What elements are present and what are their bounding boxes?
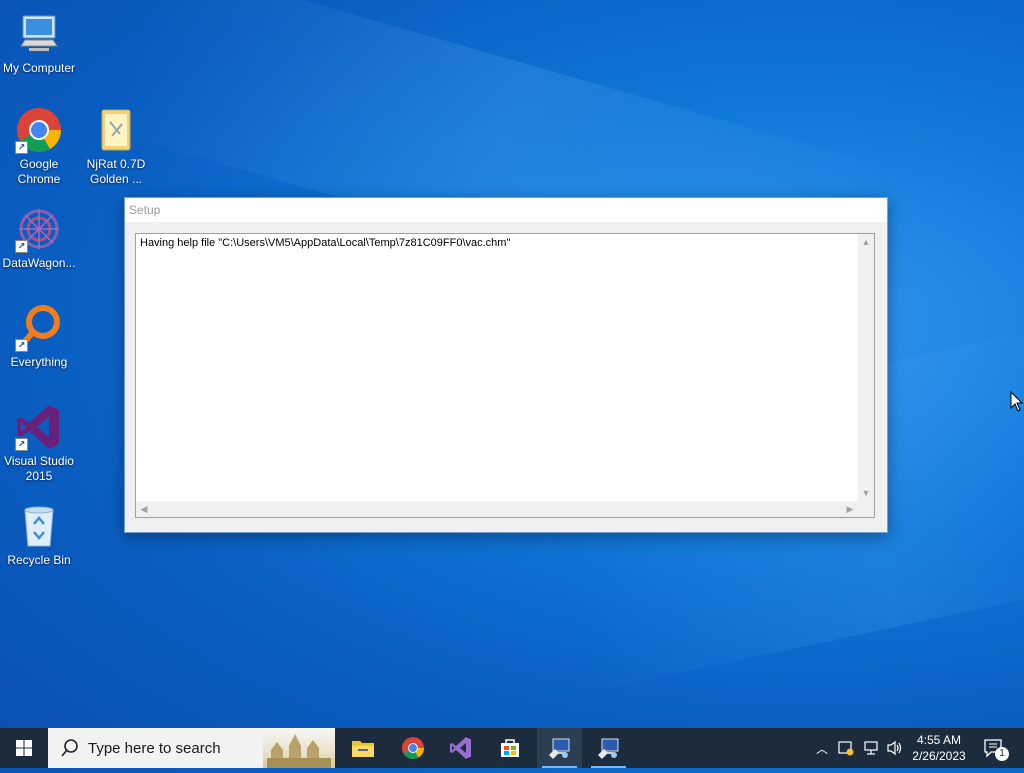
taskbar-search-box[interactable]: Type here to search — [48, 728, 335, 768]
taskbar-visual-studio[interactable] — [438, 728, 483, 768]
shortcut-arrow-icon: ↗ — [15, 438, 28, 451]
vertical-scrollbar[interactable]: ▲ ▼ — [858, 234, 874, 501]
desktop-icon-my-computer[interactable]: My Computer — [0, 10, 78, 76]
desktop-icon-njrat-folder[interactable]: NjRat 0.7D Golden ... — [77, 106, 155, 187]
action-center-button[interactable]: 1 — [976, 728, 1012, 768]
horizontal-scrollbar[interactable]: ◀ ▶ — [136, 501, 858, 517]
desktop-icon-label: NjRat 0.7D Golden ... — [86, 157, 146, 186]
taskbar-setup-app-1[interactable] — [537, 728, 582, 768]
desktop-icon-google-chrome[interactable]: ↗ Google Chrome — [0, 106, 78, 187]
taskbar-setup-app-2[interactable] — [586, 728, 631, 768]
tray-volume-icon[interactable] — [884, 728, 906, 768]
taskbar-file-explorer[interactable] — [340, 728, 385, 768]
clock-date: 2/26/2023 — [912, 749, 966, 763]
scroll-up-icon[interactable]: ▲ — [858, 234, 874, 250]
log-text-box[interactable]: Having help file "C:\Users\VM5\AppData\L… — [135, 233, 875, 518]
folder-icon — [92, 106, 140, 154]
taskbar: Type here to search ︿ 4:55 AM 2/26/2023 … — [0, 728, 1024, 768]
desktop-icon-label: Visual Studio 2015 — [4, 454, 74, 483]
speaker-icon — [887, 740, 902, 756]
start-button[interactable] — [0, 728, 48, 768]
scroll-left-icon[interactable]: ◀ — [136, 501, 152, 517]
file-explorer-icon — [351, 741, 374, 757]
microsoft-store-icon — [500, 739, 519, 757]
window-title[interactable]: Setup — [125, 198, 887, 222]
desktop-icon-label: Recycle Bin — [7, 553, 71, 567]
shortcut-arrow-icon: ↗ — [15, 339, 28, 352]
shield-warning-icon — [838, 741, 854, 756]
notification-count-badge: 1 — [995, 747, 1009, 761]
taskbar-microsoft-store[interactable] — [487, 728, 532, 768]
desktop-icon-everything[interactable]: ↗ Everything — [0, 304, 78, 370]
desktop-icon-visual-studio[interactable]: ↗ Visual Studio 2015 — [0, 403, 78, 484]
show-hidden-icons-button[interactable]: ︿ — [812, 728, 832, 768]
shortcut-arrow-icon: ↗ — [15, 240, 28, 253]
tray-network-icon[interactable] — [860, 728, 882, 768]
shortcut-arrow-icon: ↗ — [15, 141, 28, 154]
desktop-icon-label: Everything — [10, 355, 68, 369]
datawagon-icon: ↗ — [15, 205, 63, 253]
chrome-icon: ↗ — [15, 106, 63, 154]
windows-logo-icon — [16, 740, 32, 756]
network-icon — [864, 741, 878, 755]
desktop-icon-label: My Computer — [2, 61, 76, 75]
setup-window[interactable]: Setup Having help file "C:\Users\VM5\App… — [124, 197, 888, 533]
recycle-bin-icon — [15, 502, 63, 550]
desktop-icon-recycle-bin[interactable]: Recycle Bin — [0, 502, 78, 568]
search-icon — [61, 739, 78, 757]
computer-icon — [15, 10, 63, 58]
setup-app-icon — [597, 738, 618, 759]
desktop-icon-label: Google Chrome — [17, 157, 61, 186]
taskbar-chrome[interactable] — [390, 728, 435, 768]
search-placeholder: Type here to search — [88, 740, 221, 757]
search-highlight-image — [263, 728, 335, 768]
visual-studio-icon: ↗ — [15, 403, 63, 451]
scroll-down-icon[interactable]: ▼ — [858, 485, 874, 501]
desktop-icon-label: DataWagon... — [2, 256, 76, 270]
scroll-right-icon[interactable]: ▶ — [842, 501, 858, 517]
chevron-up-icon: ︿ — [815, 741, 828, 756]
everything-search-icon: ↗ — [15, 304, 63, 352]
scrollbar-corner — [858, 501, 874, 517]
mouse-cursor-icon — [1010, 390, 1024, 418]
chrome-icon — [401, 737, 424, 759]
clock-time: 4:55 AM — [916, 733, 962, 747]
desktop-icon-datawagon[interactable]: ↗ DataWagon... — [0, 205, 78, 271]
taskbar-clock[interactable]: 4:55 AM 2/26/2023 — [908, 728, 970, 768]
setup-app-icon — [548, 738, 569, 759]
tray-security-icon[interactable] — [836, 728, 856, 768]
log-text: Having help file "C:\Users\VM5\AppData\L… — [140, 237, 511, 249]
visual-studio-icon — [449, 737, 471, 759]
